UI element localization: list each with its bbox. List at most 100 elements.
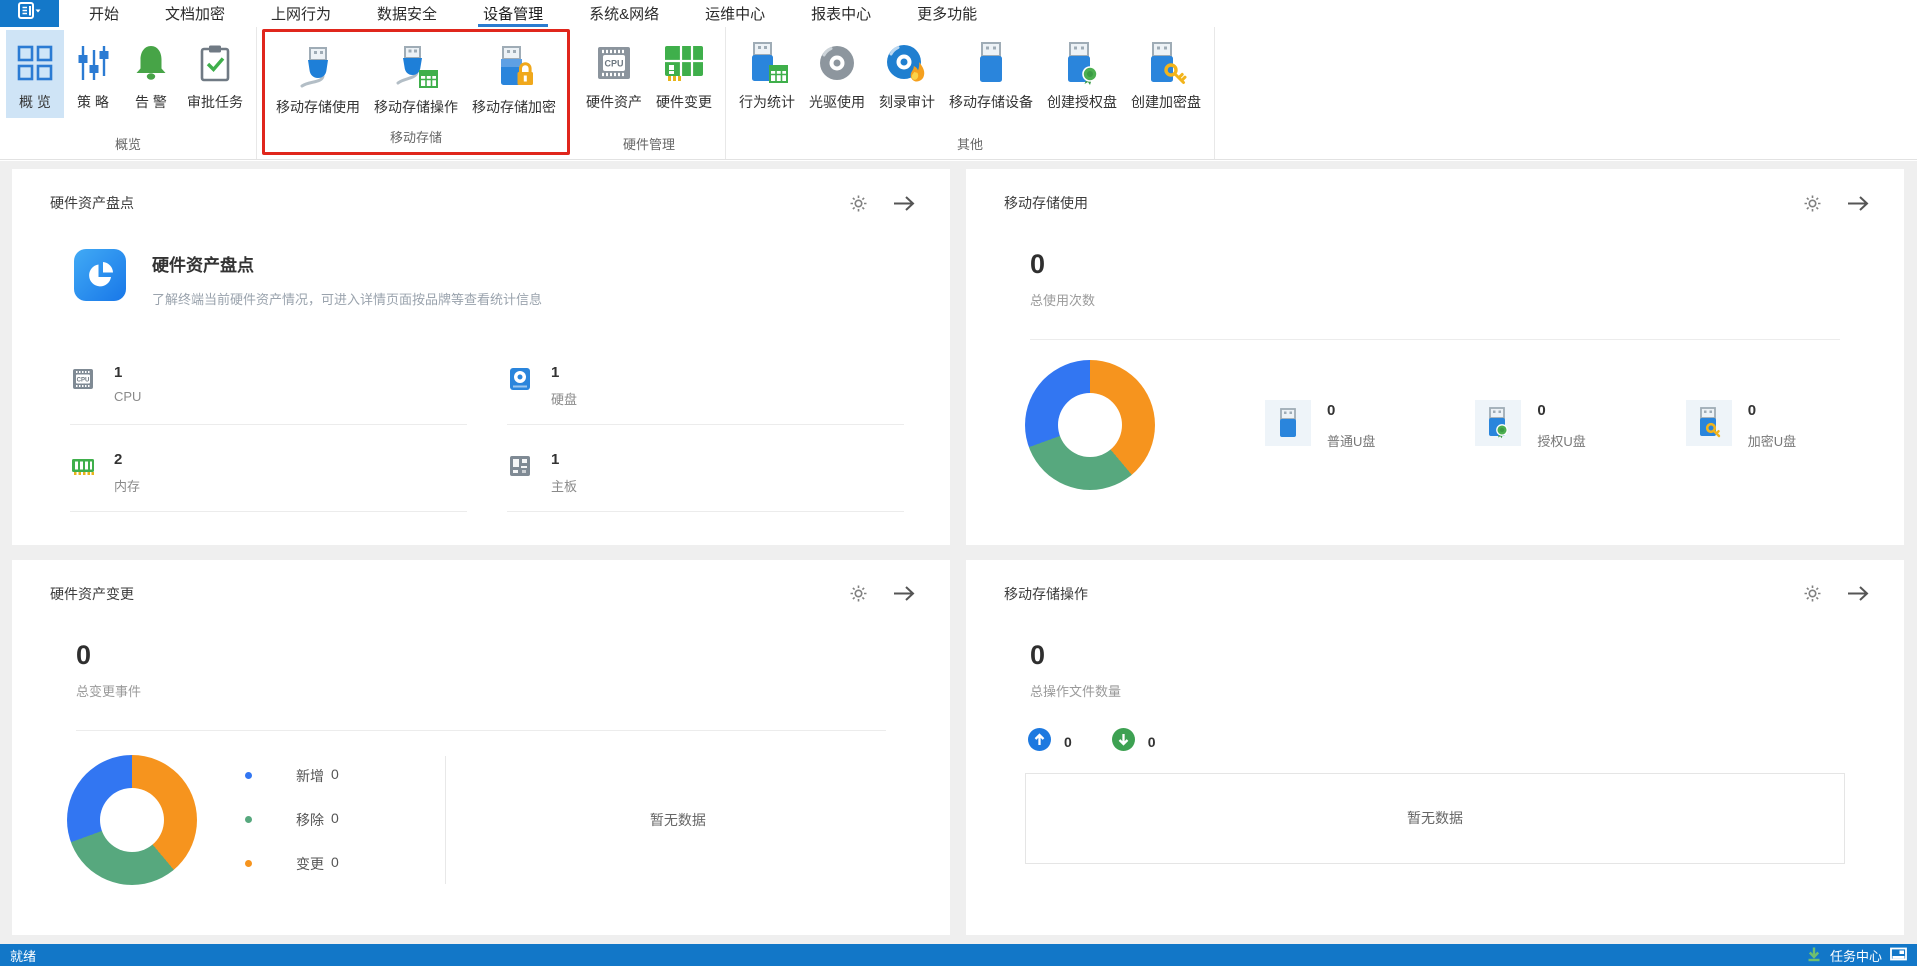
ribbon-button-overview[interactable]: 概 览 [6, 30, 64, 118]
operation-counters: 0 0 [1028, 727, 1904, 756]
usb-key-icon [1144, 37, 1188, 89]
alert-bell-icon [131, 37, 171, 89]
total-label: 总操作文件数量 [1030, 683, 1122, 699]
legend-dot [245, 772, 252, 779]
stat-value: 1 [114, 364, 123, 381]
usb-table-icon [744, 37, 790, 89]
ribbon-button-label: 创建授权盘 [1047, 94, 1117, 110]
menu-item-system-network[interactable]: 系统&网络 [589, 0, 659, 27]
card-storage-operation: 移动存储操作 0 总操作文件数量 0 0 暂无数据 [966, 559, 1904, 935]
ribbon-button-storage-devices[interactable]: 移动存储设备 [942, 30, 1040, 118]
change-chart-row: 新增 0 移除 0 变更 0 暂无数据 [67, 754, 910, 885]
stat-label: CPU [114, 389, 142, 404]
stat-value: 1 [551, 364, 560, 381]
legend-label: 移除 [296, 811, 324, 828]
settings-gear-icon[interactable] [849, 194, 868, 213]
policy-sliders-icon [73, 37, 113, 89]
ribbon-button-storage-operation[interactable]: 移动存储操作 [367, 35, 465, 123]
menu-item-report-center[interactable]: 报表中心 [811, 0, 871, 27]
ribbon-group-hardware: CPU 硬件资产 硬件变更 硬件管理 [573, 27, 726, 159]
change-total: 0 总变更事件 [76, 640, 950, 700]
goto-arrow-icon[interactable] [892, 585, 916, 602]
ribbon-button-create-authorized-disk[interactable]: 创建授权盘 [1040, 30, 1124, 118]
ribbon-button-storage-usage[interactable]: 移动存储使用 [269, 35, 367, 123]
card-storage-usage: 移动存储使用 0 总使用次数 0 普通U盘 0 授权U盘 0 加密U盘 [966, 169, 1904, 545]
goto-arrow-icon[interactable] [1846, 585, 1870, 602]
stat-value: 0 [1747, 402, 1757, 419]
settings-gear-icon[interactable] [1803, 584, 1822, 603]
ribbon-button-policy[interactable]: 策 略 [64, 30, 122, 118]
cpu-icon: CPU [70, 366, 96, 397]
total-label: 总使用次数 [1030, 293, 1096, 308]
ribbon-button-alert[interactable]: 告 警 [122, 30, 180, 118]
ribbon-button-label: 硬件变更 [656, 94, 712, 110]
ribbon-button-label: 告 警 [135, 94, 167, 110]
legend-label: 变更 [296, 855, 324, 872]
download-circle-icon [1111, 727, 1135, 756]
pie-chart-icon [74, 249, 126, 301]
settings-gear-icon[interactable] [849, 584, 868, 603]
status-bar: 就绪 任务中心 [0, 944, 1917, 966]
usage-donut-chart [1025, 360, 1155, 490]
ribbon-button-label: 硬件资产 [586, 94, 642, 110]
ribbon-button-hardware-asset[interactable]: CPU 硬件资产 [579, 30, 649, 118]
settings-gear-icon[interactable] [1803, 194, 1822, 213]
cpu-chip-icon: CPU [592, 37, 636, 89]
ribbon-button-label: 策 略 [77, 94, 109, 110]
ribbon-button-label: 光驱使用 [809, 94, 865, 110]
stat-mainboard: 1 主板 [507, 451, 904, 512]
ribbon-button-create-encrypted-disk[interactable]: 创建加密盘 [1124, 30, 1208, 118]
stat-value: 0 [1537, 402, 1546, 419]
stat-normal-usb: 0 普通U盘 [1265, 400, 1375, 450]
usage-stats: 0 普通U盘 0 授权U盘 0 加密U盘 [1265, 400, 1796, 450]
menu-item-device-management[interactable]: 设备管理 [478, 0, 549, 27]
stat-value: 0 [1327, 402, 1336, 419]
legend-value: 0 [331, 765, 339, 782]
feature-title: 硬件资产盘点 [152, 256, 254, 275]
menu-item-more-features[interactable]: 更多功能 [917, 0, 977, 27]
legend-label: 新增 [296, 767, 324, 784]
usb-plain-icon [1265, 400, 1311, 446]
ribbon-button-approval-tasks[interactable]: 审批任务 [180, 30, 250, 118]
change-donut-chart [67, 754, 197, 885]
menu-item-ops-center[interactable]: 运维中心 [705, 0, 765, 27]
menu-item-doc-encryption[interactable]: 文档加密 [165, 0, 225, 27]
menu-item-data-security[interactable]: 数据安全 [377, 0, 437, 27]
dashboard-grid: 硬件资产盘点 硬件资产盘点 了解终端当前硬件资产情况，可进入详情页面按品牌等查看 [0, 161, 1917, 944]
ribbon-button-label: 概 览 [19, 94, 51, 110]
ribbon-button-behavior-stats[interactable]: 行为统计 [732, 30, 802, 118]
stat-label: 主板 [551, 479, 578, 494]
task-window-icon[interactable] [1890, 947, 1907, 964]
goto-arrow-icon[interactable] [892, 195, 916, 212]
app-menu-icon [17, 2, 42, 25]
hardware-grid-icon [661, 37, 707, 89]
usage-chart-row: 0 普通U盘 0 授权U盘 0 加密U盘 [1025, 360, 1864, 490]
overview-grid-icon [15, 37, 55, 89]
goto-arrow-icon[interactable] [1846, 195, 1870, 212]
empty-state-text: 暂无数据 [1407, 810, 1463, 826]
legend-item-changed: 变更 0 [245, 854, 339, 874]
ribbon-group-overview: 概 览 策 略 告 警 审批任务 概览 [0, 27, 257, 159]
card-title: 移动存储操作 [1004, 585, 1088, 602]
stat-memory: 2 内存 [70, 451, 467, 512]
app-menu-button[interactable] [0, 0, 59, 27]
ribbon-group-removable-storage: 移动存储使用 移动存储操作 移动存储加密 移动存储 [262, 29, 570, 155]
ribbon-group-other: 行为统计 光驱使用 刻录审计 移动存储设备 创建授权盘 创建加密盘 其他 [726, 27, 1215, 159]
task-center-button[interactable]: 任务中心 [1806, 946, 1907, 965]
menu-bar: 开始 文档加密 上网行为 数据安全 设备管理 系统&网络 运维中心 报表中心 更… [0, 0, 1917, 27]
ribbon-button-storage-encryption[interactable]: 移动存储加密 [465, 35, 563, 123]
menu-item-start[interactable]: 开始 [89, 0, 119, 27]
download-count: 0 [1147, 733, 1156, 750]
usb-lock-icon [491, 42, 537, 94]
ribbon-group-label: 移动存储 [389, 130, 442, 145]
ribbon-button-burn-audit[interactable]: 刻录审计 [872, 30, 942, 118]
feature-description: 了解终端当前硬件资产情况，可进入详情页面按品牌等查看统计信息 [152, 292, 543, 307]
feature-intro: 硬件资产盘点 了解终端当前硬件资产情况，可进入详情页面按品牌等查看统计信息 [74, 249, 950, 308]
legend-dot [245, 816, 252, 823]
ribbon-button-hardware-change[interactable]: 硬件变更 [649, 30, 719, 118]
ribbon-button-disc-usage[interactable]: 光驱使用 [802, 30, 872, 118]
operation-total: 0 总操作文件数量 [1030, 640, 1904, 700]
menu-item-web-behavior[interactable]: 上网行为 [271, 0, 331, 27]
upload-count: 0 [1064, 733, 1072, 750]
stat-label: 内存 [114, 479, 141, 494]
